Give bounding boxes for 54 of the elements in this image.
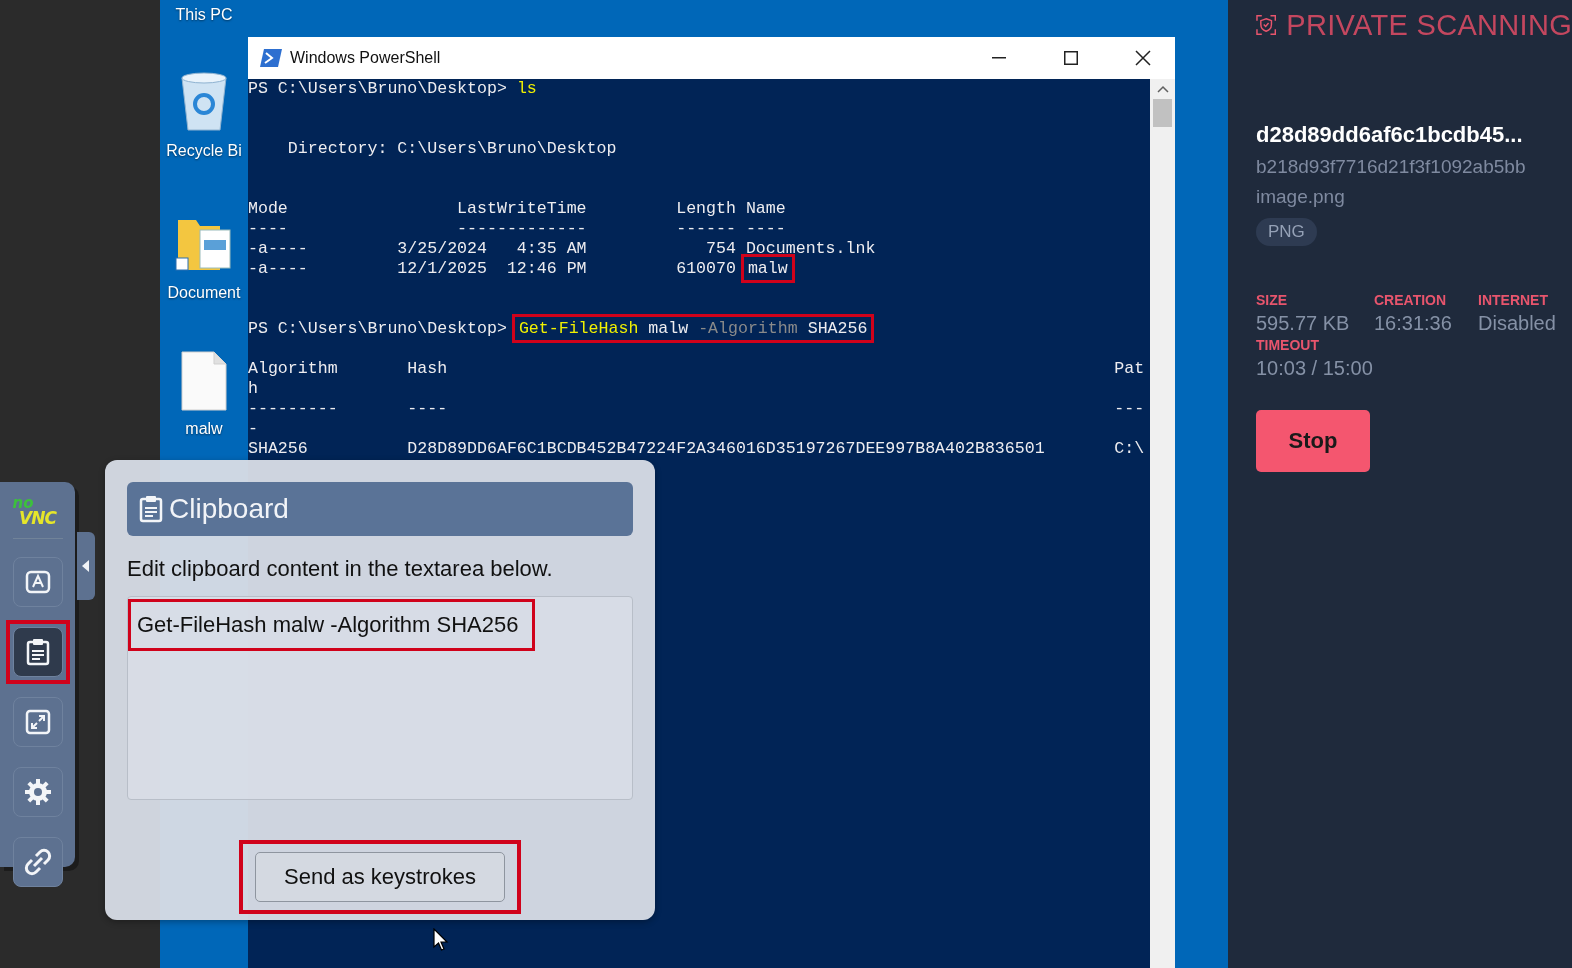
- terminal-line: ---- ------------- ------ ----: [248, 219, 787, 239]
- toolbar-button[interactable]: [12, 767, 63, 817]
- clipboard-icon: [25, 638, 50, 666]
- fullscreen-icon: [24, 709, 51, 735]
- settings-icon: [23, 778, 52, 806]
- panel-title: Clipboard: [169, 493, 289, 525]
- send-keystrokes-button[interactable]: Send as keystrokes: [255, 852, 505, 902]
- desktop-icon-label: malw: [185, 420, 223, 438]
- stat-label: SIZE: [1256, 292, 1289, 308]
- terminal-line: SHA256 D28D89DD6AF6C1BCDB452B47224F2A346016D35197267DEE997B8A402B836501 C:\: [248, 439, 1146, 459]
- desktop-icon-label: Recycle Bi: [166, 142, 242, 160]
- terminal-line: PS C:\Users\Bruno\Desktop> ls: [248, 79, 538, 99]
- mouse-cursor-icon: [433, 928, 449, 952]
- terminal-line: h: [248, 379, 259, 399]
- clipboard-icon: [139, 495, 163, 523]
- terminal-line: -a---- 3/25/2024 4:35 AM 754 Documents.lnk: [248, 239, 877, 259]
- terminal-line: Directory: C:\Users\Bruno\Desktop: [286, 139, 618, 159]
- novnc-logo: no VNC: [12, 496, 63, 539]
- toolbar-button[interactable]: [12, 557, 63, 607]
- toolbar-button[interactable]: [12, 627, 63, 677]
- terminal-line: -: [248, 419, 259, 439]
- brand-title: PRIVATE SCANNING: [1286, 8, 1572, 42]
- maximize-icon: [1064, 51, 1078, 65]
- stat-label: TIMEOUT: [1256, 337, 1320, 353]
- stat-value: 10:03 / 15:00: [1256, 357, 1374, 380]
- stop-button[interactable]: Stop: [1256, 410, 1370, 472]
- scrollbar[interactable]: [1150, 79, 1175, 968]
- keyboard-icon: [24, 569, 51, 595]
- desktop-icon-label: Document: [167, 284, 241, 302]
- stat-value: 595.77 KB: [1256, 312, 1351, 335]
- file-name: image.png: [1256, 186, 1346, 208]
- toolbar-button[interactable]: [12, 697, 63, 747]
- minimize-icon: [992, 57, 1006, 59]
- powershell-icon: [260, 49, 282, 67]
- scrollbar-thumb[interactable]: [1153, 99, 1172, 127]
- stat-value: 16:31:36: [1374, 312, 1453, 335]
- file-icon[interactable]: [180, 350, 228, 412]
- file-hash-title: d28d89dd6af6c1bcdb45...: [1256, 122, 1524, 148]
- window-title: Windows PowerShell: [290, 49, 442, 67]
- terminal-line: --------- ---- ---: [248, 399, 1146, 419]
- terminal-line: PS C:\Users\Bruno\Desktop> Get-FileHash malw -Algorithm SHA256: [248, 307, 1150, 351]
- close-icon: [1135, 50, 1151, 66]
- toolbar-button[interactable]: [12, 837, 63, 887]
- terminal-line: Algorithm Hash Pat: [248, 359, 1146, 379]
- file-hash: b218d93f7716d21f3f1092ab5bb: [1256, 156, 1527, 178]
- file-type-badge: PNG: [1256, 218, 1317, 246]
- stat-label: CREATION: [1374, 292, 1448, 308]
- stat-label: INTERNET: [1478, 292, 1549, 308]
- desktop-icon-label: This PC: [175, 6, 233, 24]
- terminal-line: Mode LastWriteTime Length Name: [248, 199, 787, 219]
- stat-value: Disabled: [1478, 312, 1557, 335]
- clipboard-textarea[interactable]: Get-FileHash malw -Algorithm SHA256: [127, 596, 633, 800]
- bar-handle[interactable]: [77, 532, 95, 600]
- instructions-text: Edit clipboard content in the textarea below.: [127, 556, 554, 582]
